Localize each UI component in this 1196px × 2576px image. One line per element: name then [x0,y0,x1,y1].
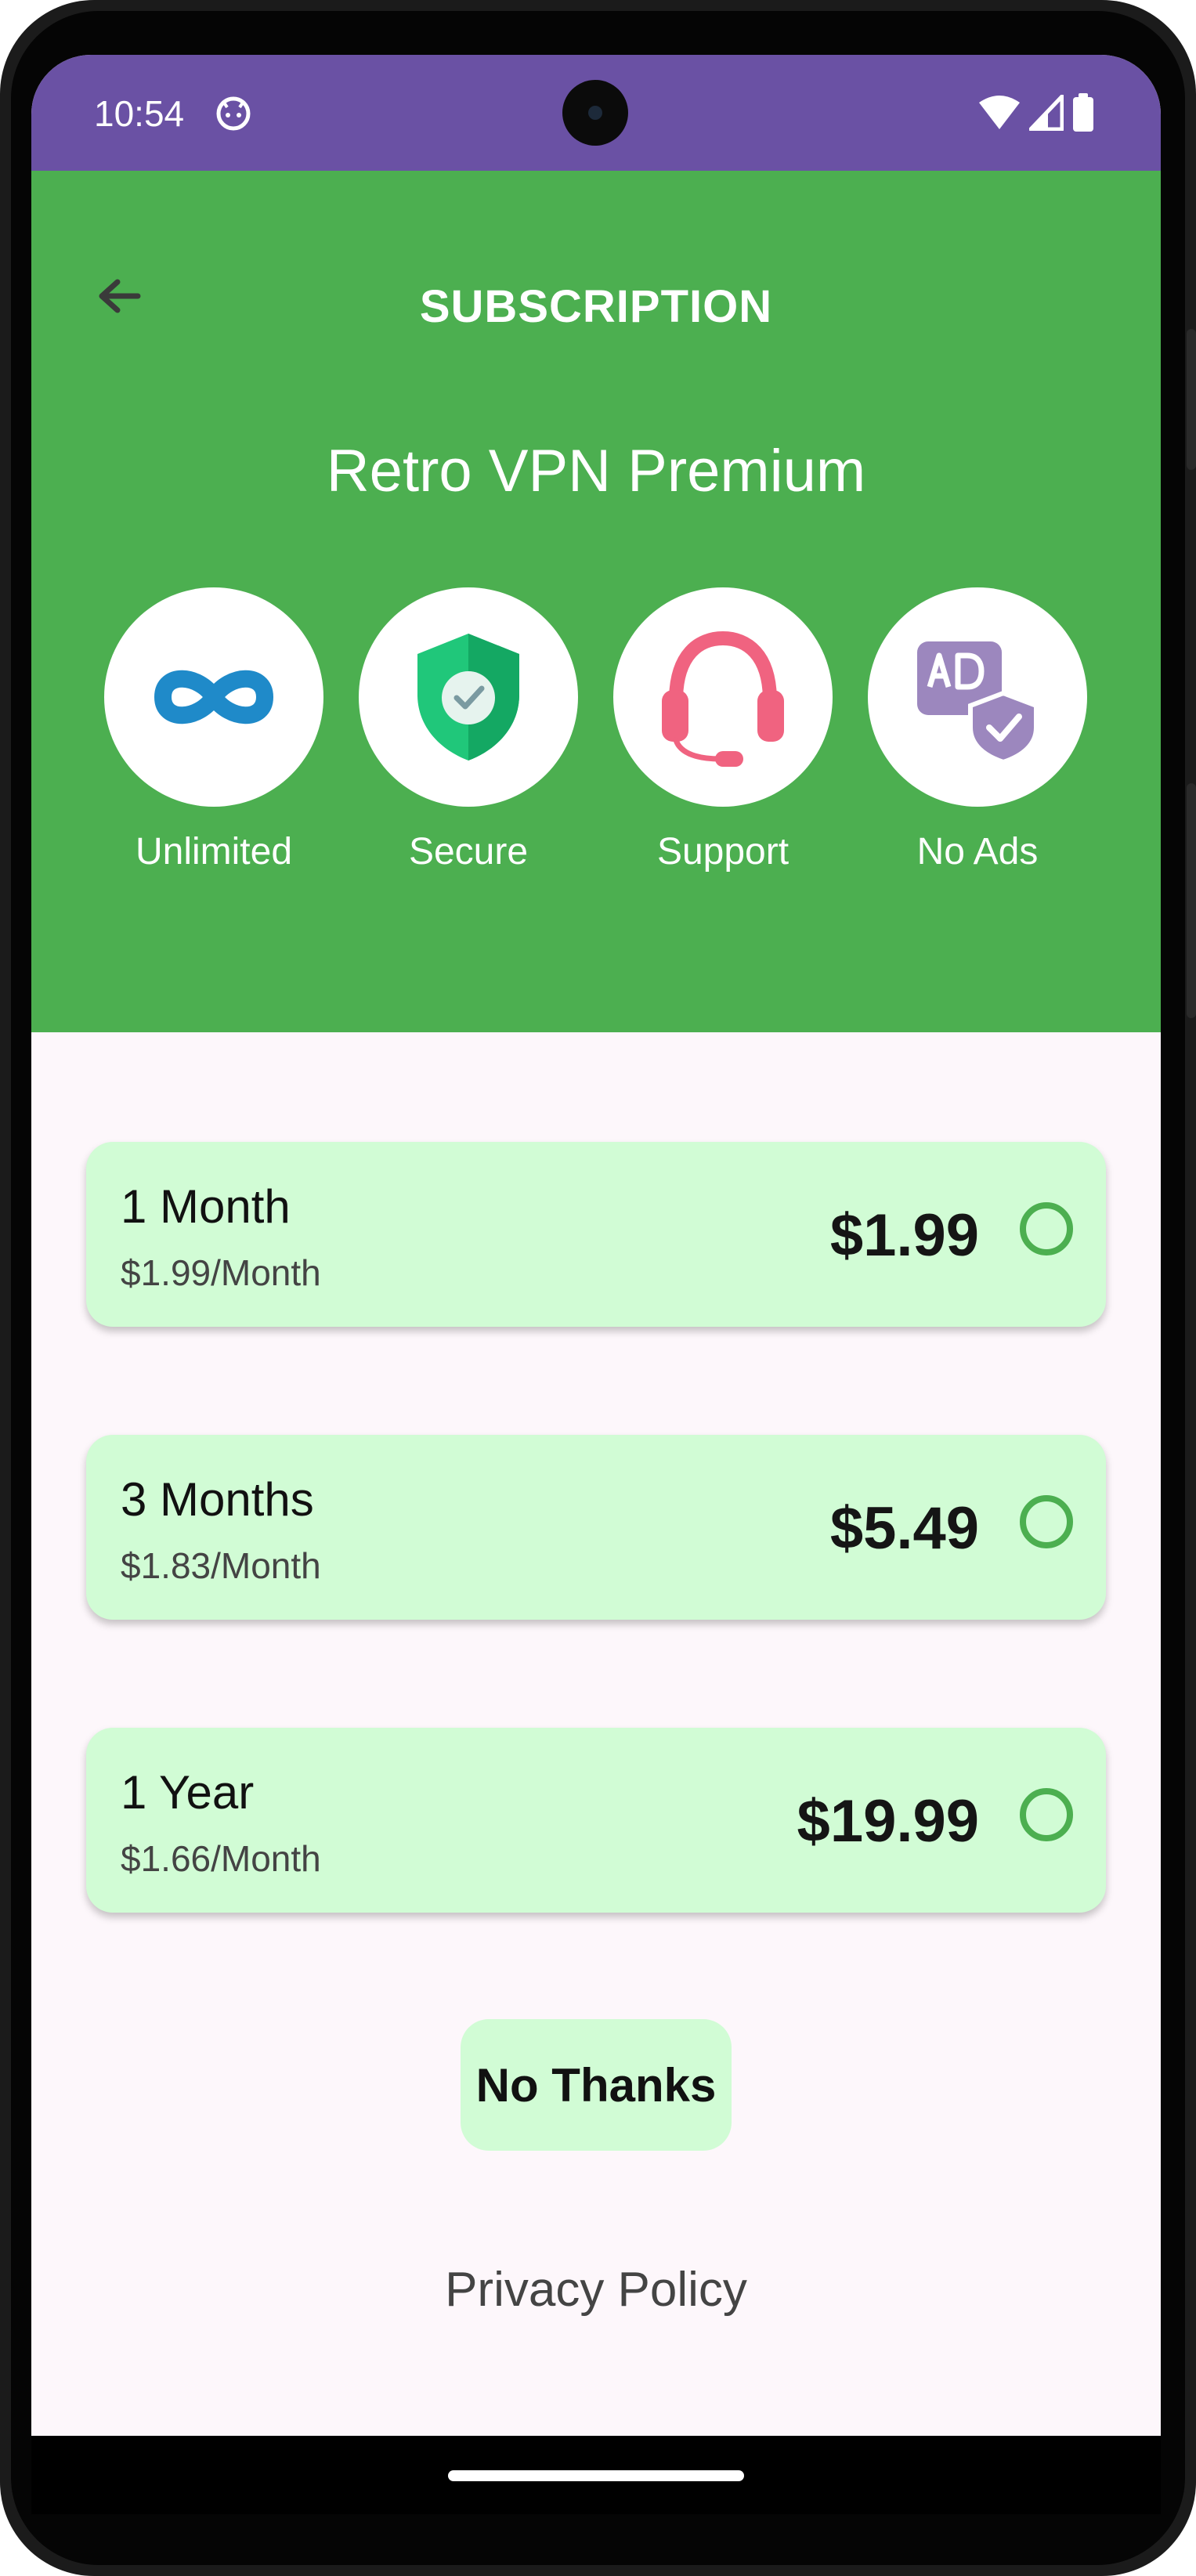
plan-name: 1 Year [121,1766,255,1819]
battery-icon [1073,93,1093,132]
feature-secure: Secure [359,587,578,873]
navigation-bar [31,2436,1161,2514]
feature-circle [868,587,1087,807]
subscription-header: SUBSCRIPTION Retro VPN Premium Unlimited [31,171,1161,1032]
plan-radio-button[interactable] [1020,1202,1073,1255]
plan-price: $19.99 [797,1788,979,1855]
feature-no-ads: No Ads [868,587,1087,873]
plan-monthly-price: $1.83/Month [121,1545,321,1586]
volume-button [1187,783,1196,1018]
feature-circle [104,587,323,807]
plan-card-1-year[interactable]: 1 Year $1.66/Month $19.99 [86,1728,1106,1913]
status-icons [977,89,1095,136]
signal-icon [1029,95,1064,131]
shield-check-icon [417,634,519,761]
feature-label: Support [656,831,790,873]
feature-circle [613,587,833,807]
power-button [1187,329,1196,470]
status-bar: 10:54 [31,55,1161,171]
home-gesture-handle[interactable] [448,2470,744,2481]
wifi-icon [979,96,1020,129]
headset-icon [662,630,784,767]
plan-card-1-month[interactable]: 1 Month $1.99/Month $1.99 [86,1142,1106,1327]
front-camera [562,80,628,146]
no-ads-shield-icon [917,641,1039,764]
screen: 10:54 SUBSCRIPTION Retro VPN Premium Unl… [31,55,1161,2514]
feature-circle [359,587,578,807]
feature-support: Support [613,587,833,873]
status-time: 10:54 [94,93,185,134]
feature-unlimited: Unlimited [104,587,323,873]
infinity-icon [154,670,273,724]
no-thanks-button[interactable]: No Thanks [461,2019,732,2151]
android-face-icon [216,96,251,131]
plan-card-3-months[interactable]: 3 Months $1.83/Month $5.49 [86,1435,1106,1620]
page-title: SUBSCRIPTION [419,281,773,332]
plan-name: 1 Month [121,1180,291,1233]
plan-radio-button[interactable] [1020,1495,1073,1548]
plan-monthly-price: $1.99/Month [121,1252,321,1293]
product-title: Retro VPN Premium [326,438,866,504]
feature-label: Unlimited [135,831,293,873]
plan-radio-button[interactable] [1020,1788,1073,1841]
plan-price: $1.99 [829,1202,979,1269]
feature-label: No Ads [916,831,1039,873]
feature-label: Secure [408,831,529,873]
plan-name: 3 Months [121,1473,314,1526]
feature-list: Unlimited Secure Support No Ads [104,587,1122,873]
privacy-policy-link[interactable]: Privacy Policy [31,2262,1161,2318]
plan-price: $5.49 [829,1495,979,1562]
plan-monthly-price: $1.66/Month [121,1838,321,1879]
